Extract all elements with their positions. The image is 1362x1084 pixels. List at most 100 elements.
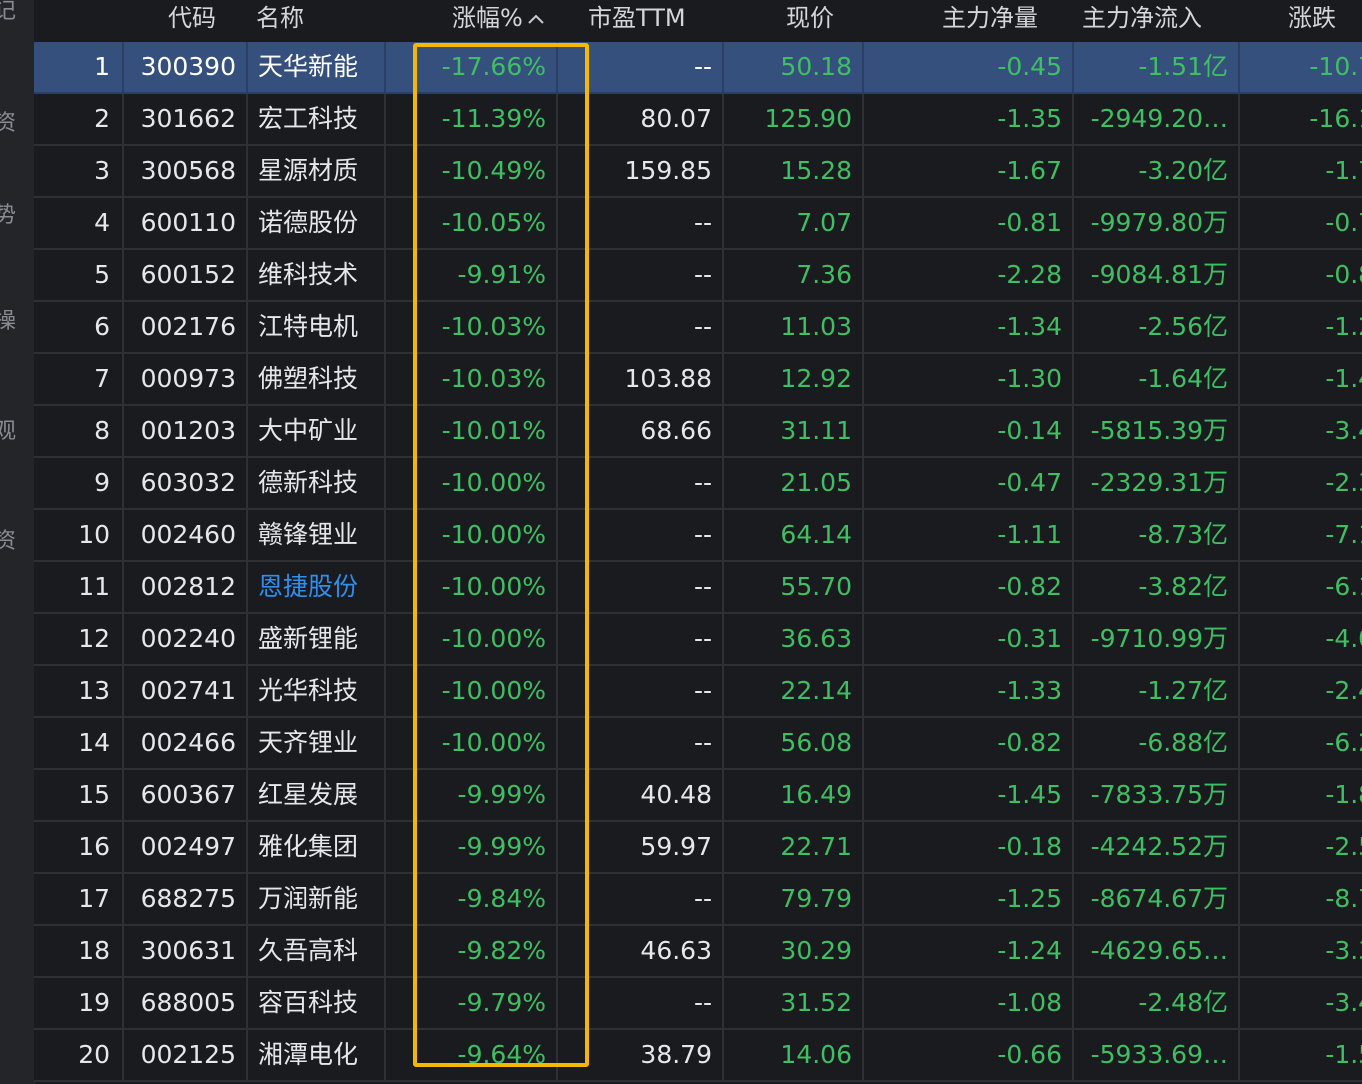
- stock-code: 001203: [140, 416, 236, 445]
- main-net-volume: -0.66: [997, 1040, 1062, 1069]
- main-net-inflow: -9084.81万: [1090, 260, 1228, 289]
- sidebar-label[interactable]: 观: [0, 420, 16, 444]
- column-header-net-flow[interactable]: 主力净流入: [1082, 0, 1202, 38]
- price-change: -6.23: [1325, 728, 1362, 757]
- main-net-inflow: -2.56亿: [1138, 312, 1228, 341]
- main-net-volume: -0.31: [997, 624, 1062, 653]
- current-price: 22.14: [780, 676, 852, 705]
- current-price: 64.14: [780, 520, 852, 549]
- pe-ttm: 38.79: [640, 1040, 712, 1069]
- change-percent: -10.03%: [441, 364, 546, 393]
- table-row[interactable]: 16 002497 雅化集团 -9.99% 59.97 22.71 -0.18 -4242.5…: [34, 822, 1362, 874]
- stock-code: 002240: [140, 624, 236, 653]
- table-row[interactable]: 14 002466 天齐锂业 -10.00% -- 56.08 -0.82 -6.88亿 -6.…: [34, 718, 1362, 770]
- table-row[interactable]: 3 300568 星源材质 -10.49% 159.85 15.28 -1.67 -3.20亿…: [34, 146, 1362, 198]
- stock-code: 002176: [140, 312, 236, 341]
- stock-name: 宏工科技: [258, 104, 359, 133]
- pe-ttm: 68.66: [640, 416, 712, 445]
- main-net-volume: -0.81: [997, 208, 1062, 237]
- main-net-inflow: -1.51亿: [1138, 52, 1228, 81]
- current-price: 15.28: [780, 156, 852, 185]
- main-net-inflow: -6.88亿: [1138, 728, 1228, 757]
- table-row[interactable]: 5 600152 维科技术 -9.91% -- 7.36 -2.28 -9084.81万 -0.…: [34, 250, 1362, 302]
- column-header-pct[interactable]: 涨幅%: [452, 0, 545, 38]
- pe-ttm: --: [693, 520, 712, 549]
- price-change: -0.81: [1325, 260, 1362, 289]
- sidebar-label[interactable]: 资: [0, 112, 16, 136]
- row-index: 6: [94, 312, 110, 341]
- change-percent: -10.05%: [441, 208, 546, 237]
- column-header-price[interactable]: 现价: [786, 0, 834, 38]
- sidebar-label[interactable]: 操: [0, 310, 16, 334]
- main-net-inflow: -5933.69…: [1090, 1040, 1228, 1069]
- pe-ttm: 59.97: [640, 832, 712, 861]
- pe-ttm: 40.48: [640, 780, 712, 809]
- change-percent: -9.99%: [457, 832, 546, 861]
- table-row[interactable]: 1 300390 天华新能 -17.66% -- 50.18 -0.45 -1.51亿 -10.…: [34, 42, 1362, 94]
- price-change: -2.34: [1325, 468, 1362, 497]
- main-net-inflow: -1.27亿: [1138, 676, 1228, 705]
- main-net-inflow: -3.20亿: [1138, 156, 1228, 185]
- main-net-volume: -0.47: [997, 468, 1062, 497]
- table-row[interactable]: 10 002460 赣锋锂业 -10.00% -- 64.14 -1.11 -8.73亿 -7.…: [34, 510, 1362, 562]
- table-row[interactable]: 8 001203 大中矿业 -10.01% 68.66 31.11 -0.14 -5815.3…: [34, 406, 1362, 458]
- table-row[interactable]: 9 603032 德新科技 -10.00% -- 21.05 -0.47 -2329.31万 -…: [34, 458, 1362, 510]
- stock-code: 300390: [140, 52, 236, 81]
- table-row[interactable]: 18 300631 久吾高科 -9.82% 46.63 30.29 -1.24 -4629.6…: [34, 926, 1362, 978]
- stock-code: 300631: [140, 936, 236, 965]
- change-percent: -9.91%: [457, 260, 546, 289]
- row-index: 18: [78, 936, 110, 965]
- sidebar-label[interactable]: 资: [0, 530, 16, 554]
- stock-code: 000973: [140, 364, 236, 393]
- table-row[interactable]: 19 688005 容百科技 -9.79% -- 31.52 -1.08 -2.48亿 -3.4…: [34, 978, 1362, 1030]
- row-index: 3: [94, 156, 110, 185]
- price-change: -6.19: [1325, 572, 1362, 601]
- stock-name: 盛新锂能: [258, 624, 359, 653]
- current-price: 79.79: [780, 884, 852, 913]
- table-row[interactable]: 11 002812 恩捷股份 -10.00% -- 55.70 -0.82 -3.82亿 -6.…: [34, 562, 1362, 614]
- stock-code: 688275: [140, 884, 236, 913]
- price-change: -2.46: [1325, 676, 1362, 705]
- table-row[interactable]: 15 600367 红星发展 -9.99% 40.48 16.49 -1.45 -7833.7…: [34, 770, 1362, 822]
- column-header-name[interactable]: 名称: [256, 0, 304, 38]
- pe-ttm: --: [693, 208, 712, 237]
- main-net-volume: -1.30: [997, 364, 1062, 393]
- current-price: 7.36: [796, 260, 852, 289]
- pe-ttm: --: [693, 260, 712, 289]
- table-row[interactable]: 17 688275 万润新能 -9.84% -- 79.79 -1.25 -8674.67万 -…: [34, 874, 1362, 926]
- stock-name: 雅化集团: [258, 832, 359, 861]
- row-index: 8: [94, 416, 110, 445]
- table-row[interactable]: 7 000973 佛塑科技 -10.03% 103.88 12.92 -1.30 -1.64亿…: [34, 354, 1362, 406]
- column-header-pe[interactable]: 市盈TTM: [588, 0, 686, 38]
- stock-name: 德新科技: [258, 468, 359, 497]
- main-net-inflow: -1.64亿: [1138, 364, 1228, 393]
- main-net-inflow: -8.73亿: [1138, 520, 1228, 549]
- sidebar-label[interactable]: 势: [0, 204, 16, 228]
- main-net-volume: -0.14: [997, 416, 1062, 445]
- table-row[interactable]: 13 002741 光华科技 -10.00% -- 22.14 -1.33 -1.27亿 -2.…: [34, 666, 1362, 718]
- column-header-net-volume[interactable]: 主力净量: [942, 0, 1038, 38]
- stock-code: 002812: [140, 572, 236, 601]
- stock-name: 红星发展: [258, 780, 359, 809]
- table-row[interactable]: 6 002176 江特电机 -10.03% -- 11.03 -1.34 -2.56亿 -1.2…: [34, 302, 1362, 354]
- current-price: 50.18: [780, 52, 852, 81]
- table-row[interactable]: 4 600110 诺德股份 -10.05% -- 7.07 -0.81 -9979.80万 -0…: [34, 198, 1362, 250]
- column-header-code[interactable]: 代码: [168, 0, 216, 38]
- table-row[interactable]: 20 002125 湘潭电化 -9.64% 38.79 14.06 -0.66 -5933.6…: [34, 1030, 1362, 1082]
- table-row[interactable]: 12 002240 盛新锂能 -10.00% -- 36.63 -0.31 -9710.99万…: [34, 614, 1362, 666]
- sidebar-label[interactable]: 记: [0, 0, 16, 24]
- pe-ttm: --: [693, 676, 712, 705]
- column-header-change[interactable]: 涨跌: [1288, 0, 1336, 38]
- chevron-up-icon[interactable]: [527, 0, 545, 36]
- current-price: 22.71: [780, 832, 852, 861]
- stock-code: 300568: [140, 156, 236, 185]
- row-index: 16: [78, 832, 110, 861]
- pe-ttm: 159.85: [624, 156, 712, 185]
- table-row[interactable]: 2 301662 宏工科技 -11.39% 80.07 125.90 -1.35 -2949.…: [34, 94, 1362, 146]
- stock-ranking-table: 代码 名称 涨幅% 市盈TTM 现价 主力净量 主力净流入 涨跌 1 300390…: [34, 0, 1362, 1084]
- price-change: -16.18: [1309, 104, 1362, 133]
- main-net-inflow: -9979.80万: [1090, 208, 1228, 237]
- change-percent: -10.00%: [441, 520, 546, 549]
- row-index: 9: [94, 468, 110, 497]
- price-change: -0.79: [1325, 208, 1362, 237]
